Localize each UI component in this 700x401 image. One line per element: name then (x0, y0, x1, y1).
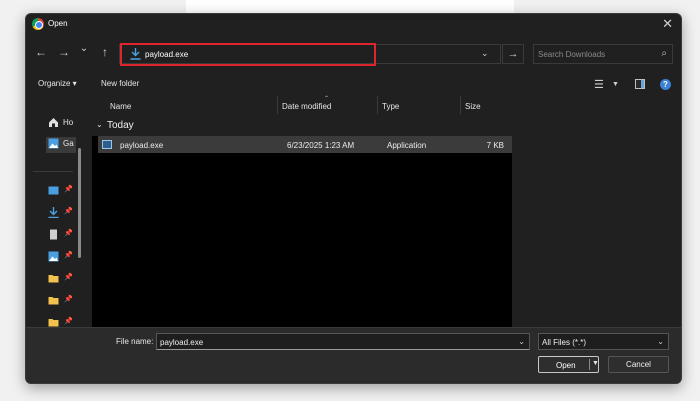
dialog-footer: File name: ⌄ All Files (*.*) ⌄ Open ▼ Ca… (26, 327, 681, 383)
window-title: Open (48, 19, 68, 28)
group-label: Today (107, 120, 134, 131)
file-name-label: File name: (116, 337, 154, 346)
search-box[interactable]: ⌕ (533, 44, 673, 64)
column-headers: Name ⌃ Date modified Type Size (92, 96, 516, 114)
chevron-down-icon[interactable]: ⌄ (96, 120, 103, 129)
navigation-pane: Ho Ga 📌 📌 📌 📌 📌 📌 📌 (26, 96, 89, 327)
chevron-down-icon[interactable]: ⌄ (518, 337, 525, 346)
sidebar-scroll-thumb[interactable] (78, 148, 81, 258)
title-bar: Open ✕ (26, 14, 681, 36)
search-icon[interactable]: ⌕ (661, 48, 667, 59)
cancel-button[interactable]: Cancel (608, 356, 669, 373)
table-row[interactable]: payload.exe 6/23/2025 1:23 AM Applicatio… (98, 136, 512, 153)
sidebar-item-label: Ga (63, 139, 74, 148)
gallery-icon (48, 138, 59, 149)
download-icon (48, 207, 59, 219)
folder-icon (48, 273, 59, 284)
address-path[interactable]: payload.exe (145, 50, 188, 59)
help-icon[interactable]: ? (660, 79, 671, 90)
sidebar-divider (33, 171, 73, 172)
navigation-bar: ← → ⌄ ↑ payload.exe ⌄ → ⌕ (26, 40, 681, 68)
organize-button[interactable]: Organize ▾ (38, 79, 77, 88)
file-type: Application (387, 141, 427, 150)
new-folder-button[interactable]: New folder (101, 79, 139, 88)
recent-locations-chevron-icon[interactable]: ⌄ (75, 43, 93, 54)
open-button[interactable]: Open ▼ (538, 356, 599, 373)
column-separator[interactable] (460, 96, 461, 114)
file-name-combobox[interactable]: ⌄ (156, 333, 530, 350)
address-history-chevron-icon[interactable]: ⌄ (481, 48, 489, 59)
split-divider (589, 359, 590, 370)
sort-caret-icon: ⌃ (324, 96, 330, 102)
column-separator[interactable] (377, 96, 378, 114)
file-type-value: All Files (*.*) (542, 338, 587, 347)
pin-icon: 📌 (64, 230, 73, 237)
application-icon (102, 140, 112, 149)
go-icon[interactable]: → (502, 44, 524, 64)
pin-icon: 📌 (64, 274, 73, 281)
view-options-icon[interactable]: ☰ (594, 78, 604, 91)
pictures-icon (48, 251, 59, 262)
pin-icon: 📌 (64, 252, 73, 259)
pin-icon: 📌 (64, 186, 73, 193)
chevron-down-icon[interactable]: ⌄ (657, 337, 664, 346)
open-file-dialog: Open ✕ ← → ⌄ ↑ payload.exe ⌄ → ⌕ Organiz… (25, 13, 682, 384)
file-type-select[interactable]: All Files (*.*) ⌄ (538, 333, 669, 350)
file-date-modified: 6/23/2025 1:23 AM (287, 141, 355, 150)
open-options-chevron-icon[interactable]: ▼ (592, 360, 599, 367)
home-icon (48, 117, 59, 128)
column-header-size[interactable]: Size (465, 102, 481, 111)
search-input[interactable] (538, 48, 648, 61)
open-button-label: Open (556, 361, 576, 370)
documents-icon (48, 229, 59, 240)
command-bar: Organize ▾ New folder ☰ ▼ ? (26, 74, 681, 96)
folder-icon (48, 295, 59, 306)
back-icon[interactable]: ← (32, 45, 50, 59)
column-header-date-modified[interactable]: Date modified (282, 102, 331, 111)
forward-icon[interactable]: → (55, 45, 73, 59)
column-header-type[interactable]: Type (382, 102, 399, 111)
desktop-icon (48, 185, 59, 196)
chrome-icon (32, 18, 44, 30)
download-icon (130, 48, 141, 60)
column-header-name[interactable]: Name (110, 102, 131, 111)
group-header-today[interactable]: ⌄ Today (92, 114, 512, 136)
up-icon[interactable]: ↑ (96, 45, 114, 59)
pin-icon: 📌 (64, 318, 73, 325)
background-window-strip (186, 0, 514, 14)
column-separator[interactable] (277, 96, 278, 114)
close-icon[interactable]: ✕ (662, 16, 673, 32)
pin-icon: 📌 (64, 208, 73, 215)
file-name-input[interactable] (160, 336, 505, 348)
preview-area (512, 96, 681, 327)
preview-pane-icon[interactable] (635, 79, 645, 89)
file-size: 7 KB (486, 141, 504, 150)
sidebar-item-label: Ho (63, 118, 74, 127)
file-name: payload.exe (120, 141, 164, 150)
sidebar-item-gallery[interactable]: Ga (46, 137, 76, 153)
file-list: Name ⌃ Date modified Type Size ⌄ Today p… (92, 96, 516, 327)
pin-icon: 📌 (64, 296, 73, 303)
view-options-chevron-icon[interactable]: ▼ (612, 81, 619, 88)
